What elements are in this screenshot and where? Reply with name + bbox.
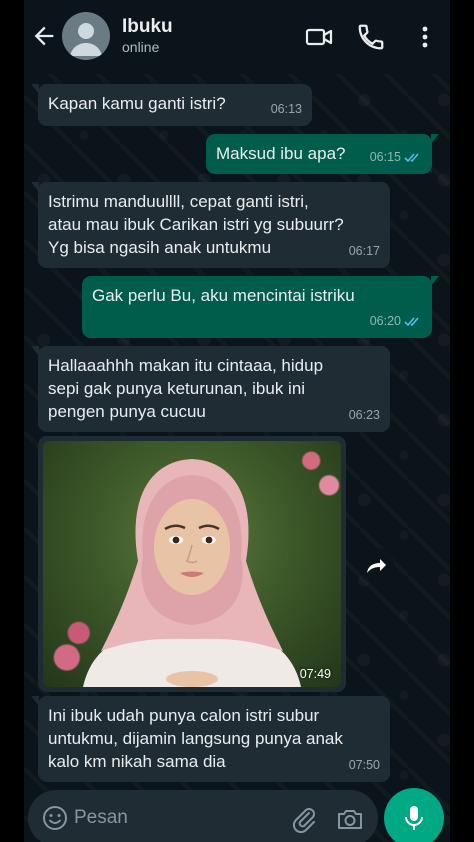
message-incoming[interactable]: Istrimu manduullll, cepat ganti istri, a…	[31, 182, 390, 268]
double-check-read-icon	[404, 317, 419, 327]
avatar[interactable]	[62, 12, 110, 60]
message-time: 06:13	[270, 102, 302, 116]
default-avatar-icon	[70, 23, 102, 56]
message-text: Hallaaahhh makan itu cintaaa, hidup sepi…	[48, 356, 324, 421]
message-outgoing[interactable]: Gak perlu Bu, aku mencintai istriku 06:2…	[82, 276, 439, 338]
message-input[interactable]	[74, 802, 274, 834]
photo-woman-hijab[interactable]: 07:49	[43, 441, 341, 687]
message-text: Istrimu manduullll, cepat ganti istri, a…	[48, 192, 344, 257]
message-image[interactable]: 07:49	[38, 436, 346, 692]
message-text: Gak perlu Bu, aku mencintai istriku	[92, 286, 355, 305]
camera-icon[interactable]	[336, 805, 364, 833]
contact-status: online	[122, 39, 160, 55]
message-composer	[28, 790, 378, 842]
message-text: Kapan kamu ganti istri?	[48, 94, 226, 113]
more-options-icon[interactable]	[410, 22, 440, 52]
video-call-icon[interactable]	[304, 22, 334, 52]
message-incoming[interactable]: Ini ibuk udah punya calon istri subur un…	[31, 696, 390, 782]
portrait-illustration	[83, 459, 301, 687]
message-incoming[interactable]: Hallaaahhh makan itu cintaaa, hidup sepi…	[31, 346, 390, 432]
emoji-icon[interactable]	[42, 805, 68, 831]
message-time: 06:20	[370, 310, 422, 333]
message-time: 07:49	[299, 667, 331, 681]
message-incoming[interactable]: Kapan kamu ganti istri? 06:13	[31, 84, 312, 126]
back-arrow-icon[interactable]	[30, 22, 58, 50]
message-time: 06:15	[370, 146, 422, 169]
voice-call-icon[interactable]	[356, 22, 386, 52]
chat-header: Ibuku online	[24, 0, 450, 74]
double-check-read-icon	[404, 153, 419, 163]
message-time: 06:23	[348, 408, 380, 422]
forward-button[interactable]	[358, 548, 394, 584]
message-time: 06:17	[348, 244, 380, 258]
contact-name[interactable]: Ibuku	[122, 16, 173, 38]
voice-message-button[interactable]	[384, 788, 444, 842]
microphone-icon	[405, 806, 423, 830]
forward-icon	[367, 559, 386, 573]
chat-screen: Ibuku online Kapan kamu ganti istri? 06:…	[24, 0, 450, 842]
message-time: 07:50	[348, 758, 380, 772]
message-outgoing[interactable]: Maksud ibu apa? 06:15	[206, 134, 439, 174]
message-text: Ini ibuk udah punya calon istri subur un…	[48, 706, 343, 771]
attach-icon[interactable]	[290, 805, 318, 833]
